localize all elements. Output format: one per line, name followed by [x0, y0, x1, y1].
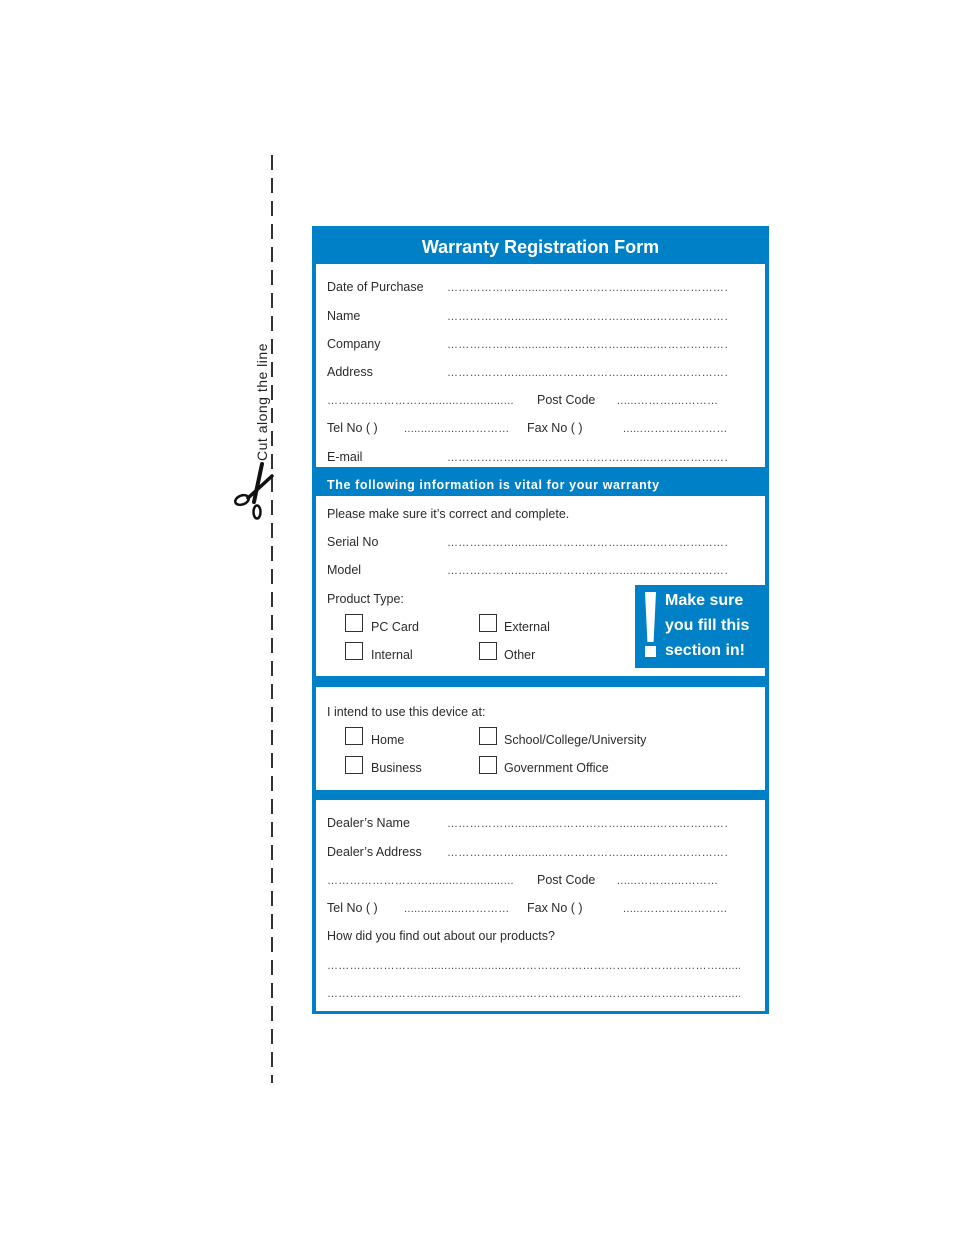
dealer-name-label: Dealer’s Name	[327, 816, 410, 830]
home-checkbox[interactable]	[345, 727, 363, 745]
dealer-address-continuation-field[interactable]: ……………………….........….............	[327, 875, 522, 887]
dealer-post-code-field[interactable]: ......………....………	[617, 875, 729, 887]
customer-details-section: Date of Purchase ………………...........…………………	[316, 264, 765, 467]
post-code-label: Post Code	[537, 393, 596, 407]
date-of-purchase-field[interactable]: ………………...........………………...........…………………	[447, 282, 728, 294]
business-checkbox[interactable]	[345, 756, 363, 774]
model-label: Model	[327, 563, 362, 577]
dealer-post-code-label: Post Code	[537, 873, 596, 887]
serial-no-field[interactable]: ………………...........………………...........…………………	[447, 537, 728, 549]
dealer-name-field[interactable]: ………………...........………………...........…………………	[447, 818, 728, 830]
how-did-you-find-us-label: How did you find out about our products?	[327, 929, 555, 943]
dealer-address-field[interactable]: ………………...........………………...........…………………	[447, 847, 728, 859]
cut-line	[271, 155, 273, 1083]
company-field[interactable]: ………………...........………………...........…………………	[447, 339, 728, 351]
pc-card-checkbox[interactable]	[345, 614, 363, 632]
other-label: Other	[504, 648, 536, 662]
home-label: Home	[371, 733, 405, 747]
date-of-purchase-label: Date of Purchase	[327, 280, 424, 294]
pc-card-label: PC Card	[371, 620, 419, 634]
address-field[interactable]: ………………...........………………...........…………………	[447, 367, 728, 379]
business-label: Business	[371, 761, 422, 775]
alert-text: Make sure you fill this section in!	[665, 588, 749, 663]
vital-info-banner: The following information is vital for y…	[327, 478, 660, 492]
how-did-you-find-us-field-2[interactable]: …………………….............................…………	[327, 988, 740, 1000]
exclamation-dot	[645, 646, 656, 657]
tel-field[interactable]: ..................…………	[404, 423, 510, 435]
fill-section-alert: Make sure you fill this section in!	[635, 585, 766, 668]
model-field[interactable]: ………………...........………………...........…………………	[447, 565, 728, 577]
other-checkbox[interactable]	[479, 642, 497, 660]
serial-no-label: Serial No	[327, 535, 379, 549]
product-type-label: Product Type:	[327, 592, 404, 606]
correct-complete-note: Please make sure it’s correct and comple…	[327, 507, 570, 521]
dealer-address-label: Dealer’s Address	[327, 845, 422, 859]
how-did-you-find-us-field-1[interactable]: …………………….............................…………	[327, 960, 740, 972]
exclamation-icon	[645, 592, 656, 642]
address-label: Address	[327, 365, 373, 379]
internal-label: Internal	[371, 648, 413, 662]
tel-label: Tel No ( )	[327, 421, 378, 435]
alert-line: Make sure	[665, 592, 744, 609]
alert-line: section in!	[665, 642, 746, 659]
usage-label: I intend to use this device at:	[327, 705, 486, 719]
alert-line: you fill this	[665, 617, 750, 634]
warranty-registration-form: Warranty Registration Form Date of Purch…	[312, 226, 769, 1014]
usage-section: I intend to use this device at: Home Sch…	[316, 687, 765, 790]
post-code-field[interactable]: ......………....………	[617, 395, 729, 407]
external-label: External	[504, 620, 550, 634]
cut-along-line-text: Cut along the line	[254, 343, 270, 461]
external-checkbox[interactable]	[479, 614, 497, 632]
dealer-tel-field[interactable]: ..................…………	[404, 903, 510, 915]
school-college-university-checkbox[interactable]	[479, 727, 497, 745]
name-field[interactable]: ………………...........………………...........…………………	[447, 311, 728, 323]
name-label: Name	[327, 309, 361, 323]
dealer-fax-field[interactable]: ......……….....………	[623, 903, 729, 915]
dealer-fax-label: Fax No ( )	[527, 901, 583, 915]
internal-checkbox[interactable]	[345, 642, 363, 660]
school-college-university-label: School/College/University	[504, 733, 647, 747]
dealer-tel-label: Tel No ( )	[327, 901, 378, 915]
company-label: Company	[327, 337, 381, 351]
scissors-icon	[233, 462, 274, 520]
form-title: Warranty Registration Form	[421, 237, 660, 257]
email-label: E-mail	[327, 450, 363, 464]
fax-field[interactable]: ......……….....………	[623, 423, 729, 435]
government-office-checkbox[interactable]	[479, 756, 497, 774]
government-office-label: Government Office	[504, 761, 609, 775]
email-field[interactable]: ………………...........………………...........…………………	[447, 452, 728, 464]
address-continuation-field[interactable]: ……………………….........….............	[327, 395, 522, 407]
fax-label: Fax No ( )	[527, 421, 583, 435]
dealer-details-section: Dealer’s Name ………………...........………………...…	[316, 800, 765, 1011]
